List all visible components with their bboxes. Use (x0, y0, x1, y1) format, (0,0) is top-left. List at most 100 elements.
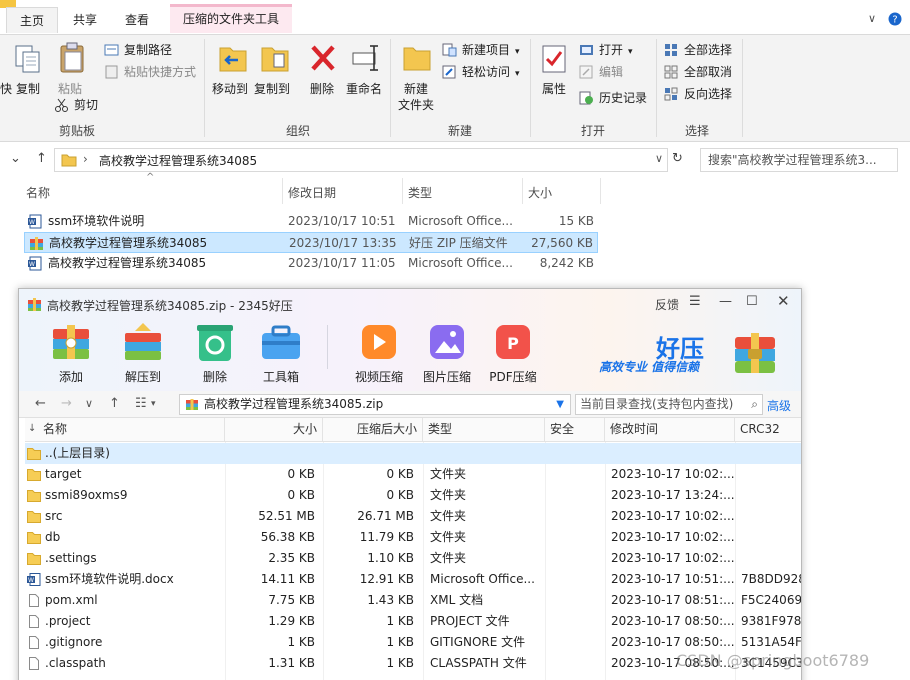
feedback-link[interactable]: 反馈 (655, 296, 679, 313)
group-label-organize: 组织 (285, 124, 310, 138)
properties-icon[interactable] (542, 44, 568, 77)
rename-button[interactable]: 重命名 (346, 80, 382, 97)
path-dropdown-icon[interactable]: ▼ (556, 395, 564, 414)
new-item-button[interactable]: 新建项目 ▾ (442, 40, 520, 60)
recent-locations-icon[interactable]: ⌄ (10, 151, 21, 166)
breadcrumb-chevron-icon[interactable]: › (83, 152, 88, 166)
archive-row[interactable]: ssmi89oxms9 0 KB 0 KB 文件夹 2023-10-17 13:24:.… (25, 485, 801, 506)
column-header-crc32[interactable]: CRC32 (735, 418, 801, 442)
move-to-icon[interactable] (218, 42, 250, 79)
column-header-name[interactable]: ↓ 名称 (25, 418, 225, 442)
invert-selection-button[interactable]: 反向选择 (664, 84, 732, 104)
rename-icon[interactable] (352, 44, 382, 75)
copy-to-icon[interactable] (260, 42, 292, 79)
search-icon[interactable]: ⌕ (751, 395, 758, 414)
file-size: 15 KB (558, 214, 594, 228)
archive-item-name: .project (45, 614, 91, 628)
copy-path-button[interactable]: 复制路径 (104, 40, 172, 60)
column-header-date[interactable]: 修改日期 (288, 184, 336, 201)
column-header-name-label: 名称 (43, 422, 68, 436)
search-input[interactable]: 搜索"高校教学过程管理系统3... (700, 148, 898, 172)
archive-row[interactable]: pom.xml 7.75 KB 1.43 KB XML 文档 2023-10-17 08… (25, 590, 801, 611)
archive-item-size: 52.51 MB (258, 509, 315, 523)
advanced-search-link[interactable]: 高级 (767, 397, 791, 414)
archive-row[interactable]: .settings 2.35 KB 1.10 KB 文件夹 2023-10-17 10:… (25, 548, 801, 569)
history-button[interactable]: 历史记录 (579, 88, 647, 108)
svg-text:P: P (507, 334, 519, 353)
back-arrow-icon[interactable]: ← (35, 396, 46, 411)
column-header-packed-size[interactable]: 压缩后大小 (323, 418, 423, 442)
archive-row-selected[interactable]: ..(上层目录) (25, 443, 801, 464)
paste-shortcut-button[interactable]: 粘贴快捷方式 (104, 62, 196, 82)
archive-row[interactable]: Wssm环境软件说明.docx 14.11 KB 12.91 KB Microsoft… (25, 569, 801, 590)
column-header-type[interactable]: 类型 (408, 184, 432, 201)
archive-search-input[interactable]: 当前目录查找(支持包内查找) ⌕ (575, 394, 763, 415)
archive-item-type: 文件夹 (430, 509, 467, 523)
archive-row[interactable]: src 52.51 MB 26.71 MB 文件夹 2023-10-17 10:02:.… (25, 506, 801, 527)
minimize-icon[interactable]: — (719, 294, 732, 309)
delete-button[interactable]: 删除 (310, 80, 334, 97)
file-row[interactable]: W ssm环境软件说明 2023/10/17 10:51 Microsoft O… (24, 211, 598, 232)
new-folder-icon[interactable] (403, 44, 431, 75)
archive-row[interactable]: .project 1.29 KB 1 KB PROJECT 文件 2023-10-17 … (25, 611, 801, 632)
breadcrumb[interactable]: 高校教学过程管理系统34085 (99, 152, 257, 169)
history-dropdown-icon[interactable]: ∨ (85, 397, 93, 410)
archive-item-size: 56.38 KB (260, 530, 315, 544)
delete-x-icon[interactable] (310, 44, 336, 75)
archive-path-input[interactable]: 高校教学过程管理系统34085.zip ▼ (179, 394, 571, 415)
tab-view[interactable]: 查看 (114, 7, 160, 33)
svg-text:W: W (28, 577, 34, 584)
view-mode-icon[interactable]: ☷ (135, 396, 147, 411)
column-header-modified[interactable]: 修改时间 (605, 418, 735, 442)
menu-icon[interactable]: ☰ (689, 294, 701, 309)
archive-item-name: db (45, 530, 61, 544)
pin-quick-access-label[interactable]: 快 (0, 80, 12, 97)
archive-row[interactable]: db 56.38 KB 11.79 KB 文件夹 2023-10-17 10:02:..… (25, 527, 801, 548)
copy-to-button[interactable]: 复制到 (254, 80, 290, 97)
up-arrow-icon[interactable]: ↑ (109, 396, 120, 411)
close-icon[interactable]: ✕ (777, 292, 790, 310)
file-row-selected[interactable]: 高校教学过程管理系统34085 2023/10/17 13:35 好压 ZIP … (24, 232, 598, 253)
column-header-size[interactable]: 大小 (225, 418, 323, 442)
cut-button[interactable]: 剪切 (54, 95, 98, 115)
file-row[interactable]: W 高校教学过程管理系统34085 2023/10/17 11:05 Micro… (24, 253, 598, 274)
column-divider[interactable] (282, 178, 283, 204)
tab-share[interactable]: 共享 (62, 7, 108, 33)
column-divider[interactable] (402, 178, 403, 204)
maximize-icon[interactable]: ☐ (746, 294, 758, 309)
select-none-button[interactable]: 全部取消 (664, 62, 732, 82)
paste-icon[interactable] (58, 42, 86, 77)
folder-icon (25, 506, 43, 527)
copy-button[interactable]: 复制 (16, 80, 40, 97)
tab-home[interactable]: 主页 (6, 7, 58, 33)
archive-row[interactable]: .gitignore 1 KB 1 KB GITIGNORE 文件 2023-10-17… (25, 632, 801, 653)
tab-compressed-folder-tools[interactable]: 压缩的文件夹工具 (170, 4, 292, 33)
forward-arrow-icon[interactable]: → (61, 396, 72, 411)
collapse-ribbon-icon[interactable]: ∨ (868, 12, 876, 25)
column-divider[interactable] (522, 178, 523, 204)
new-folder-button-line2[interactable]: 文件夹 (398, 96, 434, 113)
edit-button[interactable]: 编辑 (579, 62, 623, 82)
up-arrow-icon[interactable]: ↑ (36, 151, 47, 166)
view-mode-dropdown-icon[interactable]: ▾ (151, 399, 156, 409)
easy-access-button[interactable]: 轻松访问 ▾ (442, 62, 520, 82)
chevron-down-icon[interactable]: ∨ (655, 152, 663, 165)
archive-item-name: ..(上层目录) (45, 446, 110, 460)
help-icon[interactable]: ? (888, 12, 902, 29)
column-header-security[interactable]: 安全 (545, 418, 605, 442)
column-header-size[interactable]: 大小 (528, 184, 552, 201)
move-to-button[interactable]: 移动到 (212, 80, 248, 97)
address-input[interactable]: › 高校教学过程管理系统34085 ∨ (54, 148, 668, 172)
copy-icon[interactable] (14, 44, 42, 77)
open-button[interactable]: 打开 ▾ (579, 40, 633, 60)
properties-button[interactable]: 属性 (542, 80, 566, 97)
toolbar-divider (327, 325, 328, 369)
column-divider[interactable] (600, 178, 601, 204)
column-header-type[interactable]: 类型 (423, 418, 545, 442)
archive-row[interactable]: target 0 KB 0 KB 文件夹 2023-10-17 10:02:... (25, 464, 801, 485)
column-header-name[interactable]: 名称 (26, 184, 50, 201)
refresh-icon[interactable]: ↻ (672, 151, 683, 166)
new-folder-button-line1[interactable]: 新建 (404, 80, 428, 97)
select-all-button[interactable]: 全部选择 (664, 40, 732, 60)
tool-pdf-compress-label: PDF压缩 (489, 370, 537, 384)
